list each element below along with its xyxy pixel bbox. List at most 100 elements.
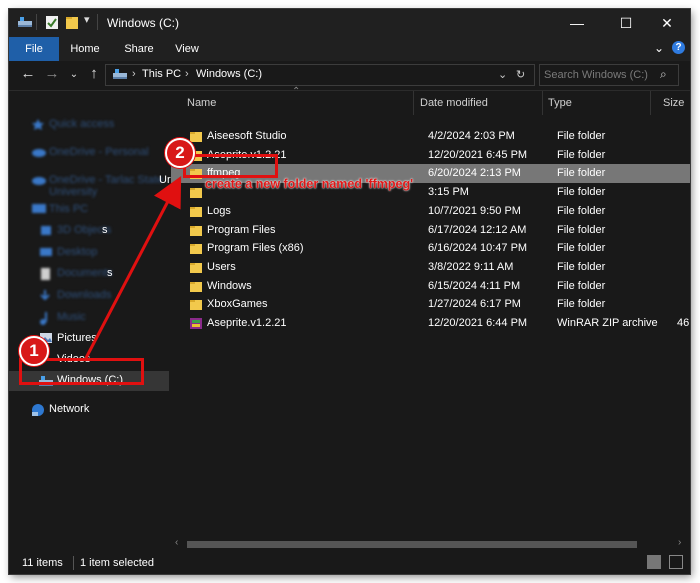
- file-row[interactable]: Aiseesoft Studio 4/2/2024 2:03 PM File fol…: [171, 127, 690, 146]
- scroll-left-icon[interactable]: ‹: [175, 537, 178, 548]
- nav-item-network[interactable]: Network: [9, 400, 169, 420]
- nav-item-downloads[interactable]: Downloads: [9, 286, 169, 306]
- breadcrumb-windows-c[interactable]: Windows (C:): [196, 68, 262, 80]
- nav-item-music[interactable]: Music: [9, 308, 169, 328]
- forward-arrow-icon[interactable]: →: [41, 65, 63, 82]
- file-type: File folder: [557, 167, 606, 180]
- search-input[interactable]: [544, 67, 654, 82]
- tab-file[interactable]: File: [9, 37, 59, 61]
- file-type: File folder: [557, 186, 606, 199]
- file-row[interactable]: Windows 6/15/2024 4:11 PM File folder: [171, 277, 690, 296]
- address-dropdown-icon[interactable]: ⌄: [498, 68, 507, 81]
- file-row[interactable]: Logs 10/7/2021 9:50 PM File folder: [171, 202, 690, 221]
- nav-item-quick-access[interactable]: Quick access: [9, 115, 169, 135]
- up-arrow-icon[interactable]: ↑: [83, 65, 105, 82]
- step-1-badge: 1: [19, 336, 49, 366]
- file-explorer-window: ▾ Windows (C:) — ☐ ✕ File Home Share Vie…: [9, 9, 690, 574]
- computer-icon: [31, 203, 47, 218]
- recent-locations-chevron-icon[interactable]: ⌄: [63, 69, 85, 80]
- tab-home[interactable]: Home: [63, 37, 107, 61]
- help-icon[interactable]: ?: [672, 41, 685, 54]
- file-date-modified: 6/16/2024 10:47 PM: [428, 242, 528, 255]
- file-type: File folder: [557, 223, 606, 236]
- nav-item-3d-objects[interactable]: 3D Objects: [9, 221, 169, 241]
- nav-item-this-pc[interactable]: This PC: [9, 200, 169, 220]
- large-icons-view-icon[interactable]: [669, 555, 683, 569]
- file-size: 46,1: [677, 317, 690, 329]
- file-date-modified: 12/20/2021 6:45 PM: [428, 148, 528, 161]
- breadcrumb-this-pc[interactable]: This PC: [142, 68, 181, 80]
- file-row[interactable]: Program Files 6/17/2024 12:12 AM File fold…: [171, 221, 690, 240]
- column-header-size[interactable]: Size: [651, 91, 690, 115]
- status-selected-count: 1 item selected: [80, 557, 154, 569]
- file-type: File folder: [557, 260, 606, 273]
- tab-share[interactable]: Share: [117, 37, 161, 61]
- file-date-modified: 4/2/2024 2:03 PM: [428, 130, 515, 142]
- file-type: File folder: [557, 279, 606, 292]
- folder-icon: [189, 298, 203, 314]
- tab-view[interactable]: View: [167, 37, 207, 61]
- file-name: Users: [207, 260, 236, 273]
- file-name: Windows: [207, 279, 252, 292]
- nav-item-desktop[interactable]: Desktop: [9, 243, 169, 263]
- column-header-date-modified[interactable]: Date modified: [414, 91, 542, 115]
- horizontal-scrollbar[interactable]: ‹ ›: [171, 537, 690, 551]
- folder-icon: [189, 261, 203, 277]
- nav-item-onedrive-personal[interactable]: OneDrive - Personal: [9, 143, 169, 163]
- column-header-name[interactable]: Name: [171, 91, 416, 115]
- file-name: Aiseesoft Studio: [207, 130, 287, 142]
- network-icon: [30, 403, 46, 420]
- file-row[interactable]: XboxGames 1/27/2024 6:17 PM File folder: [171, 295, 690, 314]
- cube-icon: [39, 224, 53, 239]
- back-arrow-icon[interactable]: ←: [17, 65, 39, 82]
- properties-icon[interactable]: [45, 15, 59, 33]
- download-icon: [39, 289, 51, 306]
- file-name: Logs: [207, 204, 231, 217]
- step-2-badge: 2: [165, 138, 195, 168]
- nav-item-documents[interactable]: Documents: [9, 264, 169, 284]
- folder-icon: [189, 186, 203, 202]
- details-view-icon[interactable]: [647, 555, 661, 569]
- file-type: File folder: [557, 242, 606, 255]
- breadcrumb-separator-icon[interactable]: ›: [185, 68, 189, 80]
- document-icon: [39, 267, 51, 284]
- instruction-text: create a new folder named 'ffmpeg': [205, 177, 414, 191]
- file-type: File folder: [557, 130, 606, 142]
- close-button[interactable]: ✕: [644, 9, 690, 37]
- status-item-count: 11 items: [22, 557, 63, 569]
- search-icon[interactable]: ⌕: [660, 67, 667, 82]
- file-row[interactable]: Program Files (x86) 6/16/2024 10:47 PM Fil…: [171, 239, 690, 258]
- file-type: File folder: [557, 204, 606, 217]
- ribbon-expand-icon[interactable]: ⌄: [654, 41, 664, 55]
- music-icon: [39, 311, 51, 328]
- navigation-pane: Quick access OneDrive - Personal OneDriv…: [9, 91, 171, 551]
- folder-icon: [189, 280, 203, 296]
- ribbon-tabs: File Home Share View ⌄ ?: [9, 37, 690, 61]
- file-name: Aseprite.v1.2.21: [207, 317, 287, 329]
- refresh-icon[interactable]: ↻: [516, 68, 525, 81]
- minimize-button[interactable]: —: [554, 9, 600, 37]
- breadcrumb-separator-icon[interactable]: ›: [132, 68, 136, 80]
- file-date-modified: 6/20/2024 2:13 PM: [428, 167, 521, 180]
- quick-access-dropdown-icon[interactable]: ▾: [84, 13, 90, 26]
- scrollbar-thumb[interactable]: [187, 541, 637, 548]
- file-name: Program Files (x86): [207, 242, 304, 255]
- file-row[interactable]: Users 3/8/2022 9:11 AM File folder: [171, 258, 690, 277]
- file-name: XboxGames: [207, 298, 268, 311]
- file-name: Program Files: [207, 223, 276, 236]
- address-bar[interactable]: › This PC › Windows (C:) ⌄ ↻: [105, 64, 535, 86]
- search-box[interactable]: ⌕: [539, 64, 679, 86]
- new-folder-icon[interactable]: [65, 15, 79, 33]
- file-type: WinRAR ZIP archive: [557, 317, 658, 329]
- address-row: ← → ⌄ ↑ › This PC › Windows (C:) ⌄ ↻ ⌕: [9, 61, 690, 89]
- file-row[interactable]: Aseprite.v1.2.21 12/20/2021 6:44 PM WinRAR…: [171, 314, 690, 333]
- star-icon: [31, 118, 45, 134]
- folder-icon: [189, 205, 203, 221]
- file-date-modified: 1/27/2024 6:17 PM: [428, 298, 521, 311]
- folder-icon: [189, 242, 203, 258]
- maximize-button[interactable]: ☐: [603, 9, 649, 37]
- column-header-type[interactable]: Type: [543, 91, 650, 115]
- cloud-icon: [31, 146, 47, 160]
- scroll-right-icon[interactable]: ›: [678, 537, 681, 548]
- nav-item-onedrive-tarlac[interactable]: OneDrive - Tarlac State University: [9, 171, 169, 198]
